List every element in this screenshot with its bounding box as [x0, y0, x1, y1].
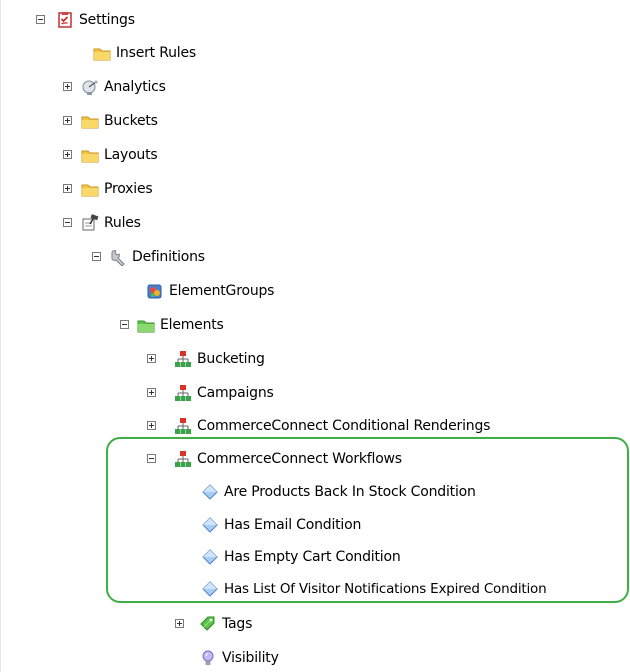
expand-layouts-toggle[interactable]: [63, 150, 72, 159]
lightbulb-icon: [199, 649, 217, 667]
tree-node-rules[interactable]: Rules: [81, 212, 141, 234]
tree-node-visibility[interactable]: Visibility: [199, 647, 279, 669]
tree-node-proxies[interactable]: Proxies: [81, 178, 153, 200]
tree-node-has-list-visitor[interactable]: Has List Of Visitor Notifications Expire…: [201, 578, 547, 600]
collapse-rules-toggle[interactable]: [63, 218, 72, 227]
tags-icon: [199, 615, 217, 633]
tree-node-definitions[interactable]: Definitions: [109, 246, 205, 268]
rules-gavel-icon: [81, 214, 99, 232]
tree-node-label: Are Products Back In Stock Condition: [224, 484, 476, 500]
tree-node-cc-conditional-renderings[interactable]: CommerceConnect Conditional Renderings: [174, 415, 490, 437]
wrench-icon: [109, 248, 127, 266]
folder-icon: [81, 112, 99, 130]
expand-proxies-toggle[interactable]: [63, 184, 72, 193]
expand-campaigns-toggle[interactable]: [147, 388, 156, 397]
diamond-icon: [201, 516, 219, 534]
tree-node-label: Rules: [104, 215, 141, 231]
tree-node-label: ElementGroups: [169, 283, 275, 299]
tree-node-label: CommerceConnect Conditional Renderings: [197, 418, 491, 434]
tree-node-label: Proxies: [104, 181, 153, 197]
tree-node-label: Elements: [160, 317, 224, 333]
rule-hierarchy-icon: [174, 450, 192, 468]
tree-node-has-empty-cart[interactable]: Has Empty Cart Condition: [201, 546, 401, 568]
tree-node-settings[interactable]: Settings: [56, 9, 135, 31]
rule-hierarchy-icon: [174, 417, 192, 435]
tree-node-label: Campaigns: [197, 385, 274, 401]
tree-node-campaigns[interactable]: Campaigns: [174, 382, 274, 404]
green-folder-icon: [137, 316, 155, 334]
diamond-icon: [201, 580, 219, 598]
tree-node-label: Visibility: [222, 650, 279, 666]
expand-analytics-toggle[interactable]: [63, 82, 72, 91]
tree-node-label: Bucketing: [197, 351, 265, 367]
tree-node-elements[interactable]: Elements: [137, 314, 224, 336]
collapse-cc-workflows-toggle[interactable]: [147, 454, 156, 463]
tree-node-label: Has Email Condition: [224, 517, 362, 533]
tree-node-bucketing[interactable]: Bucketing: [174, 348, 265, 370]
tree-node-analytics[interactable]: Analytics: [81, 76, 166, 98]
diamond-icon: [201, 483, 219, 501]
tree-node-label: Has List Of Visitor Notifications Expire…: [224, 581, 547, 597]
tree-node-label: Analytics: [104, 79, 166, 95]
tree-node-label: CommerceConnect Workflows: [197, 451, 402, 467]
satellite-dish-icon: [81, 78, 99, 96]
tree-node-are-products-back[interactable]: Are Products Back In Stock Condition: [201, 481, 476, 503]
tree-node-label: Insert Rules: [116, 45, 196, 61]
tree-node-tags[interactable]: Tags: [199, 613, 252, 635]
tree-node-cc-workflows[interactable]: CommerceConnect Workflows: [174, 448, 402, 470]
folder-icon: [81, 180, 99, 198]
tree-node-label: Tags: [222, 616, 253, 632]
folder-icon: [93, 44, 111, 62]
rule-hierarchy-icon: [174, 384, 192, 402]
tree-node-label: Has Empty Cart Condition: [224, 549, 401, 565]
tree-node-insert-rules[interactable]: Insert Rules: [93, 42, 196, 64]
tree-node-label: Settings: [79, 12, 135, 28]
tree-node-label: Definitions: [132, 249, 205, 265]
collapse-settings-toggle[interactable]: [36, 15, 45, 24]
tree-node-label: Buckets: [104, 113, 158, 129]
element-groups-icon: [146, 282, 164, 300]
content-tree: Settings Insert Rules Analytics Buckets …: [0, 0, 630, 672]
expand-tags-toggle[interactable]: [175, 619, 184, 628]
diamond-icon: [201, 548, 219, 566]
expand-bucketing-toggle[interactable]: [147, 354, 156, 363]
tree-node-buckets[interactable]: Buckets: [81, 110, 158, 132]
folder-icon: [81, 146, 99, 164]
tree-node-label: Layouts: [104, 147, 158, 163]
tree-node-element-groups[interactable]: ElementGroups: [146, 280, 274, 302]
tree-node-layouts[interactable]: Layouts: [81, 144, 158, 166]
expand-cc-conditional-renderings-toggle[interactable]: [147, 421, 156, 430]
expand-buckets-toggle[interactable]: [63, 116, 72, 125]
collapse-elements-toggle[interactable]: [120, 320, 129, 329]
collapse-definitions-toggle[interactable]: [92, 252, 101, 261]
settings-checklist-icon: [56, 11, 74, 29]
rule-hierarchy-icon: [174, 350, 192, 368]
tree-node-has-email[interactable]: Has Email Condition: [201, 514, 361, 536]
